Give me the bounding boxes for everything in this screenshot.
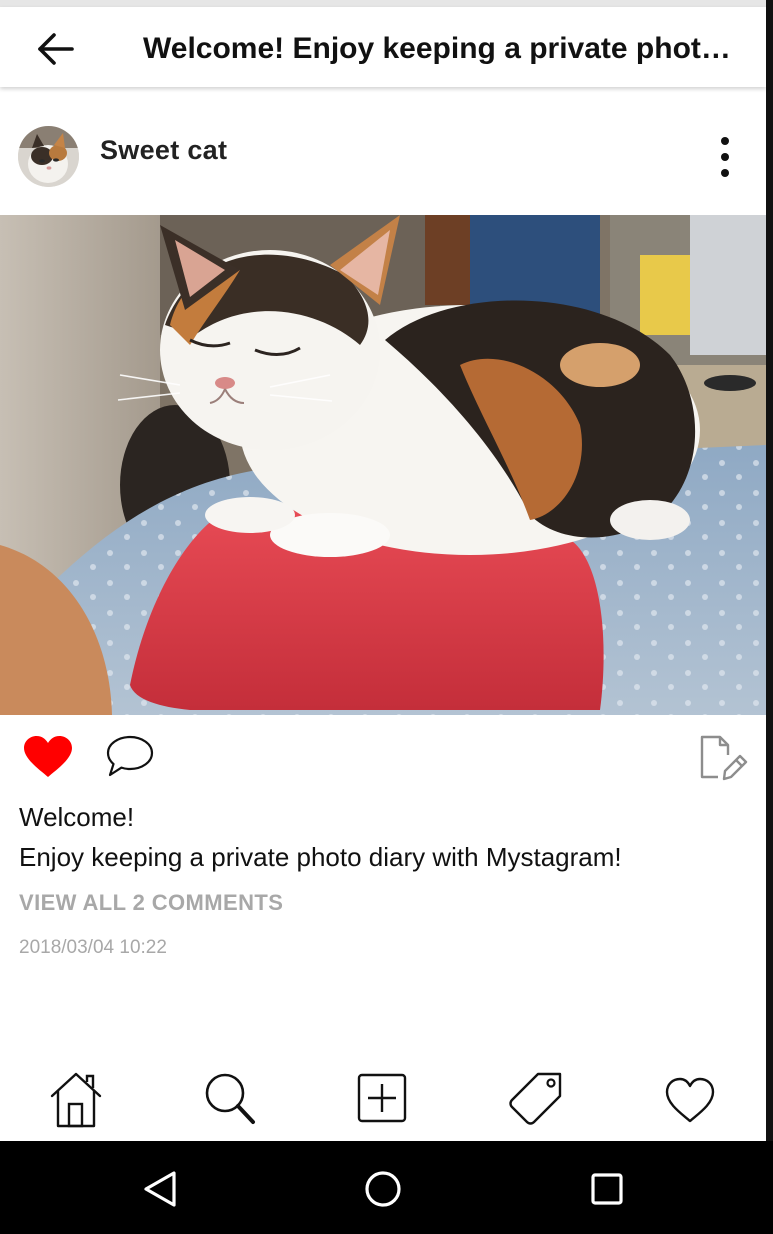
edit-document-icon	[700, 735, 748, 781]
view-all-comments-link[interactable]: VIEW ALL 2 COMMENTS	[19, 890, 283, 916]
avatar[interactable]	[18, 126, 79, 187]
cat-photo	[0, 215, 766, 715]
recents-square-icon	[591, 1173, 623, 1205]
post-actions	[0, 715, 766, 800]
system-back-button[interactable]	[134, 1163, 186, 1215]
nav-home-button[interactable]	[44, 1066, 108, 1130]
top-app-bar: Welcome! Enjoy keeping a private photo d…	[0, 7, 766, 87]
heart-filled-icon	[24, 736, 72, 777]
heart-outline-icon	[665, 1077, 715, 1123]
back-button[interactable]	[34, 29, 78, 69]
post-username[interactable]: Sweet cat	[100, 135, 227, 166]
home-icon	[50, 1072, 102, 1128]
page-title: Welcome! Enjoy keeping a private photo d…	[143, 32, 733, 65]
post-timestamp: 2018/03/04 10:22	[19, 937, 167, 958]
post-photo[interactable]	[0, 215, 766, 715]
more-vertical-icon	[721, 137, 729, 177]
system-home-button[interactable]	[357, 1163, 409, 1215]
edit-button[interactable]	[694, 731, 748, 785]
nav-activity-button[interactable]	[658, 1066, 722, 1130]
more-options-button[interactable]	[710, 135, 740, 179]
caption-line-2: Enjoy keeping a private photo diary with…	[19, 842, 622, 872]
nav-add-button[interactable]	[350, 1066, 414, 1130]
nav-tag-button[interactable]	[504, 1066, 568, 1130]
add-box-icon	[357, 1073, 407, 1123]
comment-button[interactable]	[104, 733, 156, 781]
status-bar-strip	[0, 0, 773, 7]
tag-icon	[509, 1072, 562, 1125]
home-circle-icon	[365, 1171, 401, 1207]
nav-search-button[interactable]	[198, 1066, 262, 1130]
system-navigation-bar	[0, 1141, 773, 1234]
system-recents-button[interactable]	[581, 1163, 633, 1215]
speech-bubble-icon	[106, 735, 154, 777]
back-triangle-icon	[144, 1171, 176, 1207]
post-caption: Welcome! Enjoy keeping a private photo d…	[19, 797, 759, 877]
like-button[interactable]	[22, 735, 74, 779]
bottom-navigation	[0, 1058, 766, 1141]
post-header: Sweet cat	[0, 95, 766, 215]
caption-line-1: Welcome!	[19, 802, 135, 832]
screen-edge	[766, 0, 773, 1141]
cat-avatar-image	[18, 126, 79, 187]
arrow-left-icon	[38, 33, 74, 65]
search-icon	[205, 1073, 255, 1124]
